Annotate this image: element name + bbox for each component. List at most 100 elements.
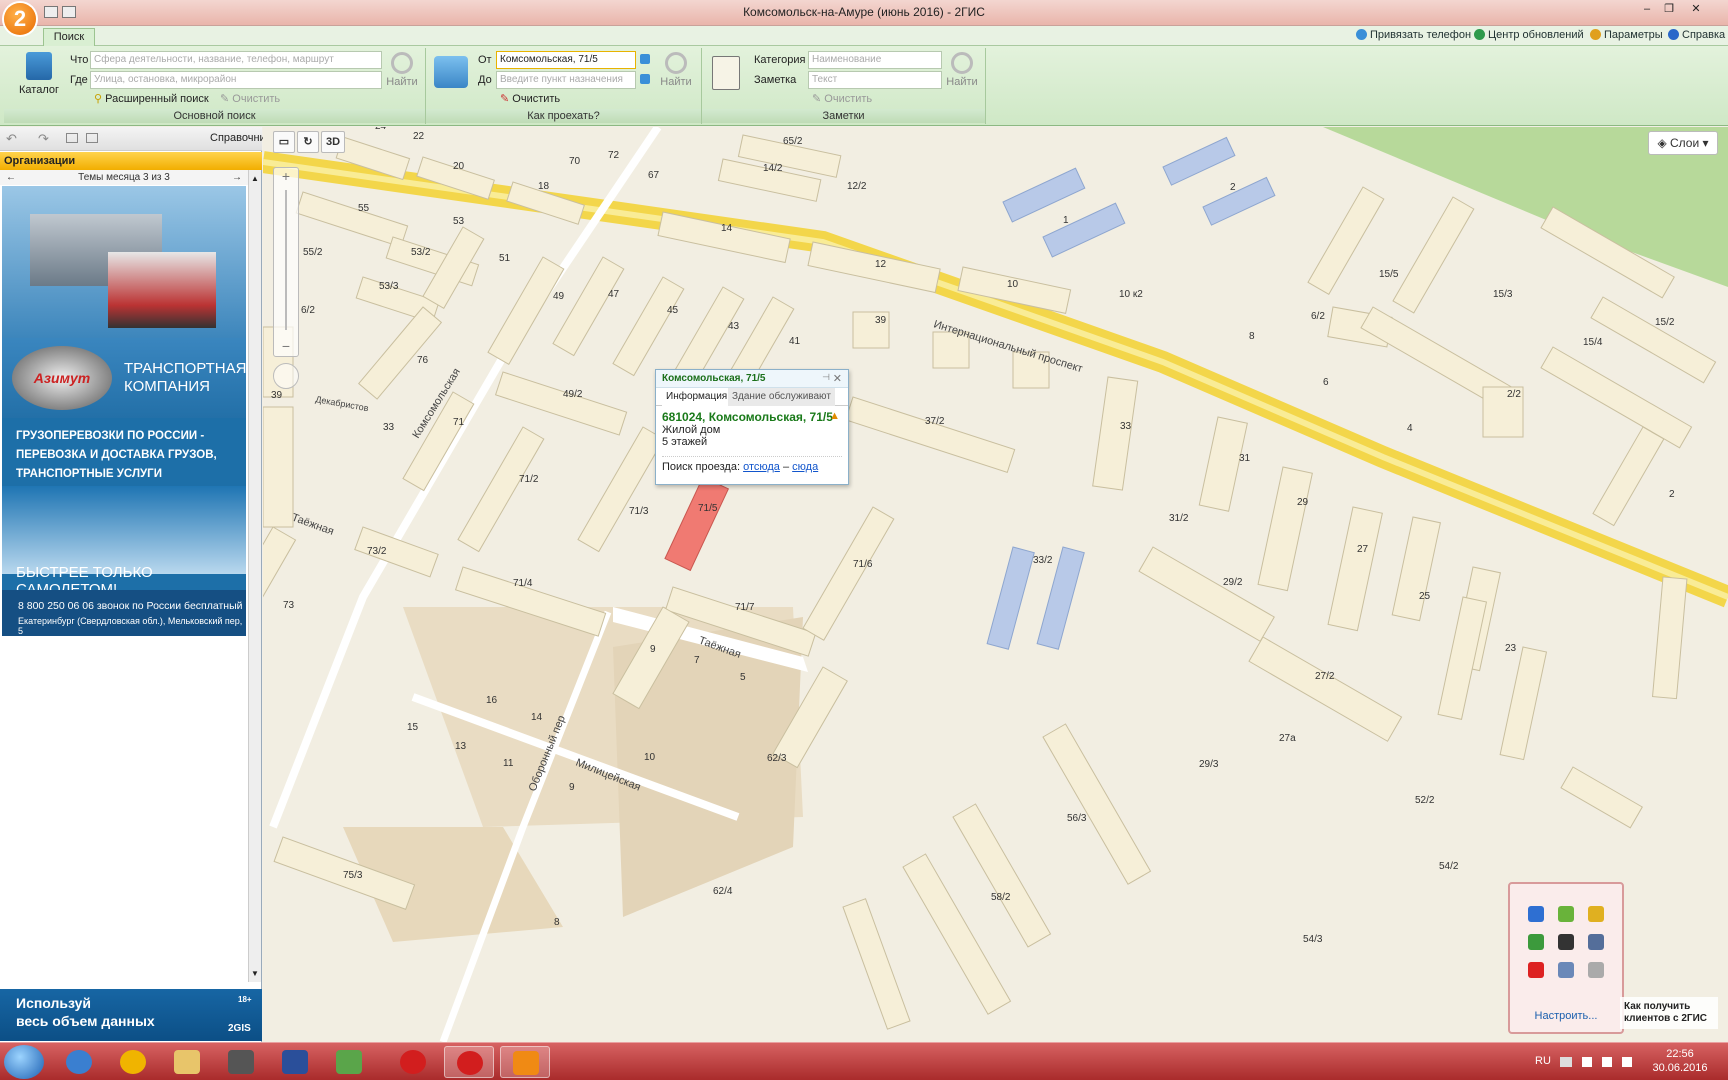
layers-icon: ◈ <box>1657 136 1670 150</box>
pin-icon[interactable] <box>640 74 650 84</box>
help-icon <box>1668 29 1679 40</box>
note-input[interactable]: Текст <box>808 71 942 89</box>
clear-search-button[interactable]: ✎ Очистить <box>220 92 280 105</box>
rotate-button[interactable]: ↻ <box>297 131 319 153</box>
list-icon[interactable] <box>86 133 98 143</box>
locomotive-image <box>108 252 216 328</box>
taskbar-app[interactable] <box>162 1046 212 1078</box>
print-icon[interactable] <box>66 133 78 143</box>
taskbar-app[interactable] <box>216 1046 266 1078</box>
app-icon[interactable] <box>1528 934 1544 950</box>
taskbar-app[interactable] <box>324 1046 374 1078</box>
taskbar-app[interactable] <box>54 1046 104 1078</box>
speaker-icon[interactable] <box>1588 962 1604 978</box>
clock[interactable]: 22:56 30.06.2016 <box>1652 1047 1708 1075</box>
pin-icon[interactable] <box>640 54 650 64</box>
clear-notes-button[interactable]: ✎ Очистить <box>812 92 872 105</box>
from-input[interactable]: Комсомольская, 71/5 <box>496 51 636 69</box>
app-icon[interactable] <box>1588 906 1604 922</box>
promo-banner[interactable]: Используй весь объем данных 2GIS 18+ <box>0 989 262 1041</box>
route-to-here-link[interactable]: сюда <box>792 461 818 473</box>
warning-icon[interactable]: ▲ <box>829 410 840 422</box>
note-label: Заметка <box>754 74 797 86</box>
left-scrollbar[interactable]: ▲ ▼ <box>248 170 261 982</box>
restore-button[interactable]: ❐ <box>1660 2 1678 18</box>
link-update-center[interactable]: Центр обновлений <box>1474 29 1584 41</box>
flag-icon[interactable] <box>1582 1057 1592 1067</box>
tab-search[interactable]: Поиск <box>43 28 95 47</box>
clear-route-button[interactable]: ✎ Очистить <box>500 92 560 105</box>
forward-icon[interactable]: ↷ <box>38 131 49 147</box>
what-input[interactable]: Сфера деятельности, название, телефон, м… <box>90 51 382 69</box>
volume-icon[interactable] <box>1528 906 1544 922</box>
catalog-button[interactable]: Каталог <box>16 52 62 96</box>
zoom-slider[interactable] <box>285 190 287 330</box>
find-route-button[interactable]: Найти <box>658 52 694 88</box>
network-icon[interactable] <box>1602 1057 1612 1067</box>
notepad-icon <box>712 56 740 90</box>
route-group: От Комсомольская, 71/5 До Введите пункт … <box>426 48 702 124</box>
close-button[interactable]: ✕ <box>1684 2 1708 18</box>
svg-text:25: 25 <box>1419 591 1431 602</box>
category-label: Категория <box>754 54 806 66</box>
taskbar-app-2gis[interactable] <box>500 1046 550 1078</box>
volume-icon[interactable] <box>1622 1057 1632 1067</box>
to-input[interactable]: Введите пункт назначения <box>496 71 636 89</box>
keyboard-icon[interactable] <box>1560 1057 1572 1067</box>
link-bind-phone[interactable]: Привязать телефон <box>1356 29 1471 41</box>
taskbar-app[interactable] <box>108 1046 158 1078</box>
toggle-3d-button[interactable]: 3D <box>321 131 345 153</box>
category-select[interactable]: Наименование <box>808 51 942 69</box>
advanced-search-button[interactable]: ⚲ Расширенный поиск <box>94 92 209 105</box>
app-icon <box>120 1050 146 1074</box>
find-notes-button[interactable]: Найти <box>944 52 980 88</box>
layers-button[interactable]: ◈ Слои ▾ <box>1648 131 1718 155</box>
svg-text:14: 14 <box>531 712 543 723</box>
advertisement-banner[interactable]: Азимут ТРАНСПОРТНАЯ КОМПАНИЯ ГРУЗОПЕРЕВО… <box>2 186 246 809</box>
next-arrow-icon[interactable]: → <box>232 170 242 185</box>
network-icon[interactable] <box>1588 934 1604 950</box>
pin-icon[interactable]: ⊣ <box>822 372 830 383</box>
scroll-down-icon[interactable]: ▼ <box>251 969 259 978</box>
scroll-up-icon[interactable]: ▲ <box>251 174 259 183</box>
warning-icon[interactable] <box>1528 962 1544 978</box>
taskbar-app[interactable] <box>270 1046 320 1078</box>
tray-configure-link[interactable]: Настроить... <box>1510 1010 1622 1022</box>
taskbar-app[interactable] <box>388 1046 438 1078</box>
svg-text:16: 16 <box>486 695 498 706</box>
find-button[interactable]: Найти <box>384 52 420 88</box>
monitor-icon[interactable] <box>1558 962 1574 978</box>
app-logo[interactable]: 2 <box>4 3 36 35</box>
ruler-button[interactable]: ▭ <box>273 131 295 153</box>
back-icon[interactable]: ↶ <box>6 131 17 147</box>
link-help[interactable]: Справка <box>1668 29 1725 41</box>
route-from-here-link[interactable]: отсюда <box>743 461 780 473</box>
zoom-control[interactable]: + − <box>273 167 299 357</box>
svg-text:49: 49 <box>553 291 565 302</box>
search-icon <box>391 52 413 74</box>
link-settings[interactable]: Параметры <box>1590 29 1663 41</box>
close-icon[interactable]: ✕ <box>833 372 842 385</box>
tab-building-service[interactable]: Здание обслуживают <box>728 388 835 406</box>
building-popup[interactable]: Комсомольская, 71/5 ✕ ⊣ Информация Здани… <box>655 369 849 485</box>
tab-information[interactable]: Информация <box>662 388 732 406</box>
svg-text:2: 2 <box>1669 489 1675 500</box>
start-button[interactable] <box>4 1045 44 1079</box>
selected-building[interactable] <box>664 476 730 572</box>
app-icon[interactable] <box>1558 934 1574 950</box>
ad-blank <box>2 636 246 809</box>
compass-icon[interactable] <box>273 363 299 389</box>
zoom-in-icon[interactable]: + <box>274 168 298 184</box>
language-indicator[interactable]: RU <box>1535 1055 1551 1067</box>
zoom-out-icon[interactable]: − <box>274 338 298 354</box>
minimize-button[interactable]: – <box>1638 2 1656 18</box>
organizations-header[interactable]: Организации <box>0 152 262 170</box>
where-input[interactable]: Улица, остановка, микрорайон <box>90 71 382 89</box>
taskbar-app[interactable] <box>444 1046 494 1078</box>
ruler-icon: ▭ <box>278 136 290 148</box>
prev-arrow-icon[interactable]: ← <box>6 170 16 185</box>
nvidia-icon[interactable] <box>1558 906 1574 922</box>
svg-text:71/2: 71/2 <box>519 474 539 485</box>
svg-text:27а: 27а <box>1279 733 1296 744</box>
clients-banner[interactable]: Как получить клиентов с 2ГИС <box>1620 997 1718 1029</box>
